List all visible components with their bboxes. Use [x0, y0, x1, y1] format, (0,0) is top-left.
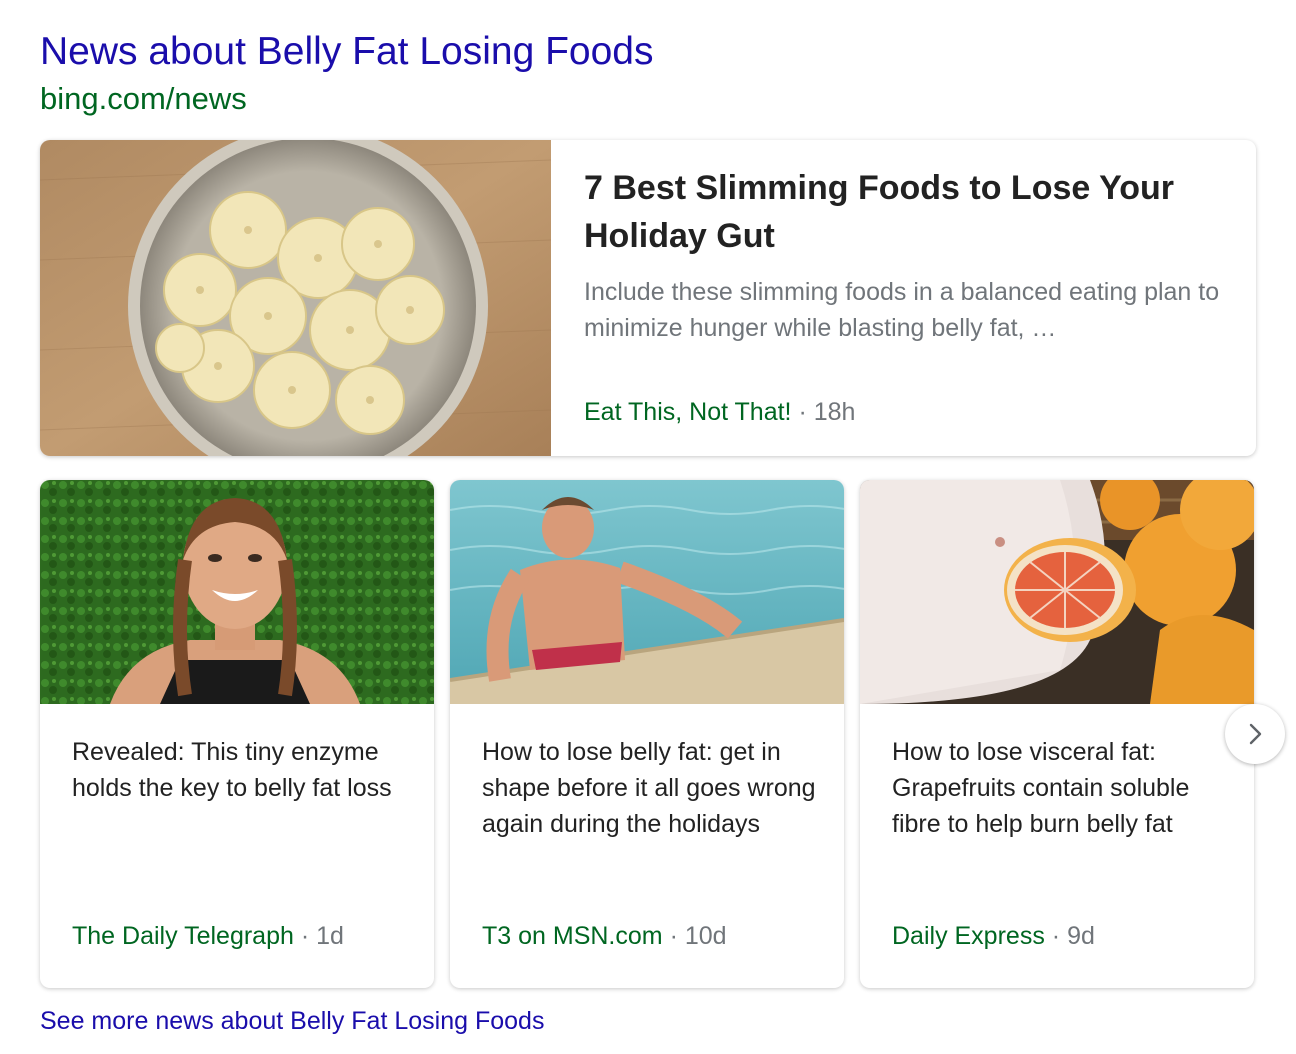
carousel-next-button[interactable] — [1225, 704, 1285, 764]
card-age: 9d — [1067, 922, 1095, 950]
news-card-1[interactable]: Revealed: This tiny enzyme holds the key… — [40, 480, 434, 988]
card-image-pool-man[interactable] — [450, 480, 844, 704]
card-headline[interactable]: Revealed: This tiny enzyme holds the key… — [72, 734, 412, 806]
hero-headline[interactable]: 7 Best Slimming Foods to Lose Your Holid… — [584, 164, 1234, 260]
card-meta: Daily Express · 9d — [892, 920, 1095, 952]
card-age: 10d — [684, 922, 727, 950]
hero-image-bananas[interactable] — [40, 140, 551, 456]
news-section-title[interactable]: News about Belly Fat Losing Foods — [40, 28, 654, 76]
card-meta: The Daily Telegraph · 1d — [72, 920, 344, 952]
chevron-right-icon — [1249, 723, 1262, 745]
hero-age: 18h — [813, 398, 856, 426]
hero-text-block: 7 Best Slimming Foods to Lose Your Holid… — [584, 164, 1234, 346]
hero-news-card[interactable]: 7 Best Slimming Foods to Lose Your Holid… — [40, 140, 1256, 456]
see-more-news-link[interactable]: See more news about Belly Fat Losing Foo… — [40, 1005, 544, 1037]
news-source-url: bing.com/news — [40, 81, 247, 116]
card-headline[interactable]: How to lose visceral fat: Grapefruits co… — [892, 734, 1232, 842]
card-age: 1d — [316, 922, 344, 950]
card-headline[interactable]: How to lose belly fat: get in shape befo… — [482, 734, 822, 842]
card-source: The Daily Telegraph — [72, 922, 294, 950]
meta-separator: · — [1051, 922, 1061, 950]
hero-snippet: Include these slimming foods in a balanc… — [584, 278, 1220, 342]
meta-separator: · — [300, 922, 310, 950]
meta-separator: · — [798, 398, 807, 426]
card-meta: T3 on MSN.com · 10d — [482, 920, 727, 952]
card-image-woman[interactable] — [40, 480, 434, 704]
meta-separator: · — [669, 922, 678, 950]
hero-meta: Eat This, Not That! · 18h — [584, 396, 855, 428]
card-image-grapefruit[interactable] — [860, 480, 1254, 704]
card-source: T3 on MSN.com — [482, 922, 663, 950]
news-card-3[interactable]: How to lose visceral fat: Grapefruits co… — [860, 480, 1254, 988]
news-card-2[interactable]: How to lose belly fat: get in shape befo… — [450, 480, 844, 988]
card-source: Daily Express — [892, 922, 1045, 950]
hero-source: Eat This, Not That! — [584, 398, 792, 426]
